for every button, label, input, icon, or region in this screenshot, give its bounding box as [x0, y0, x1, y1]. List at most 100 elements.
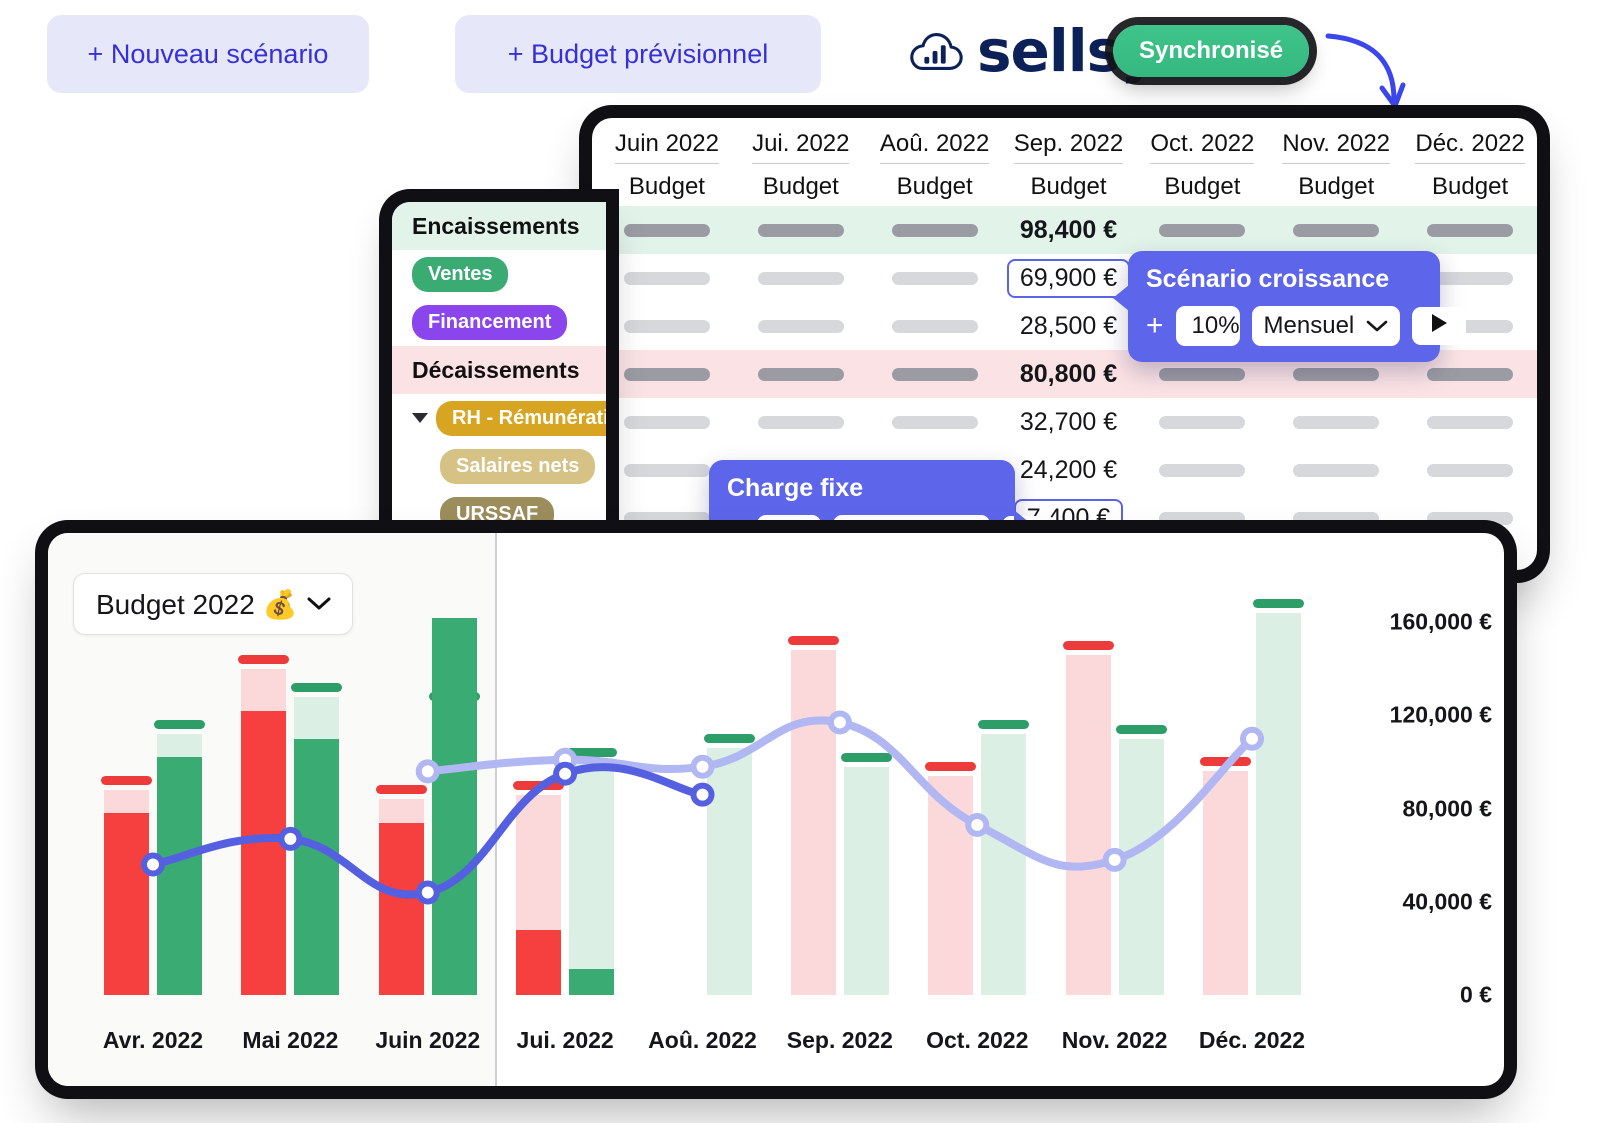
new-scenario-button[interactable]: + Nouveau scénario [47, 15, 369, 93]
value-placeholder [1427, 463, 1514, 477]
value-placeholder [1159, 367, 1246, 381]
sidebar-item[interactable]: RH - Rémunération [392, 394, 606, 442]
table-column-header[interactable]: Jui. 2022 Budget [734, 118, 868, 206]
placeholder-cell [868, 223, 1002, 237]
caret-down-icon[interactable] [412, 413, 428, 423]
x-axis-tick-label: Sep. 2022 [786, 1027, 893, 1053]
bar-encaissements-budget [1118, 738, 1164, 995]
placeholder-cell [734, 367, 868, 381]
value-placeholder [891, 319, 978, 333]
placeholder-cell [1135, 367, 1269, 381]
category-tag: RH - Rémunération [436, 400, 606, 436]
table-column-header[interactable]: Oct. 2022 Budget [1135, 118, 1269, 206]
x-axis-tick-label: Avr. 2022 [102, 1027, 204, 1053]
curved-arrow-icon [1320, 30, 1410, 120]
value-placeholder [1159, 463, 1246, 477]
table-column-header[interactable]: Juin 2022 Budget [600, 118, 734, 206]
trend-line [149, 763, 707, 899]
bar-encaissements-budget [981, 734, 1027, 995]
cloud-chart-icon [905, 20, 967, 82]
bar-cap-encaissements [566, 748, 618, 758]
category-tag: Salaires nets [440, 448, 596, 484]
popover-title: Scénario croissance [1146, 265, 1390, 293]
bar-decaissements-budget [790, 650, 836, 995]
table-column-header[interactable]: Déc. 2022 Budget [1403, 118, 1537, 206]
bar-cap-encaissements [291, 682, 343, 692]
placeholder-cell [1403, 463, 1537, 477]
y-axis-tick-label: 0 € [1460, 981, 1492, 1008]
value-placeholder [757, 415, 844, 429]
y-axis-tick-label: 40,000 € [1402, 888, 1492, 915]
placeholder-cell [600, 223, 734, 237]
new-budget-button[interactable]: + Budget prévisionnel [455, 15, 821, 93]
placeholder-cell [1269, 463, 1403, 477]
bar-decaissements-realise [516, 929, 562, 995]
status-badge-synchronised: Synchronisé [1113, 25, 1310, 77]
value-placeholder [1427, 367, 1514, 381]
bar-encaissements-budget [1256, 612, 1301, 995]
amount-value: 32,700 € [1019, 407, 1118, 436]
placeholder-cell [600, 367, 734, 381]
value-placeholder [623, 463, 710, 477]
column-subheader: Budget [896, 173, 973, 200]
editable-amount[interactable]: 69,900 € [1006, 258, 1131, 298]
page-root: + Nouveau scénario + Budget prévisionnel… [0, 0, 1601, 1123]
bar-decaissements-budget [1065, 654, 1111, 995]
bar-encaissements-realise [569, 969, 615, 995]
bar-cap-encaissements [703, 734, 755, 744]
sidebar-item[interactable]: Salaires nets [392, 442, 606, 490]
frequency-select-value: Mensuel [1263, 312, 1355, 339]
column-month: Déc. 2022 [1415, 130, 1525, 164]
bar-decaissements-budget [928, 776, 974, 995]
sidebar-item[interactable]: URSSAF [392, 490, 606, 538]
amount-cell: 24,200 € [1002, 456, 1136, 485]
value-placeholder [757, 223, 844, 237]
placeholder-cell [1403, 367, 1537, 381]
placeholder-cell [734, 415, 868, 429]
amount-cell: 32,700 € [1002, 408, 1136, 437]
placeholder-cell [868, 415, 1002, 429]
x-axis-tick-label: Juin 2022 [375, 1027, 481, 1053]
chevron-down-icon [1366, 312, 1388, 340]
placeholder-cell [1403, 415, 1537, 429]
sidebar-item[interactable]: Ventes [392, 250, 606, 298]
placeholder-cell [1269, 223, 1403, 237]
value-placeholder [891, 223, 978, 237]
value-placeholder [1293, 463, 1380, 477]
amount-value: 98,400 € [1019, 215, 1118, 244]
bar-cap-decaissements [787, 636, 839, 646]
placeholder-cell [1135, 415, 1269, 429]
placeholder-cell [1269, 367, 1403, 381]
table-column-header[interactable]: Sep. 2022 Budget [1002, 118, 1136, 206]
value-placeholder [623, 319, 710, 333]
sidebar-item[interactable]: Financement [392, 298, 606, 346]
frequency-select[interactable]: Mensuel [1251, 306, 1401, 346]
bar-decaissements-budget [1203, 771, 1248, 995]
value-placeholder [1427, 223, 1514, 237]
value-placeholder [757, 271, 844, 285]
bar-cap-encaissements [978, 720, 1030, 730]
table-column-header[interactable]: Nov. 2022 Budget [1269, 118, 1403, 206]
amount-value: 24,200 € [1019, 455, 1118, 484]
x-axis-tick-label: Aoû. 2022 [648, 1027, 757, 1053]
run-scenario-button[interactable] [1412, 307, 1467, 345]
bar-cap-decaissements [375, 785, 427, 795]
bar-decaissements-realise [104, 813, 149, 995]
column-subheader: Budget [1030, 173, 1107, 200]
placeholder-cell [1135, 223, 1269, 237]
placeholder-cell [1403, 511, 1537, 525]
category-sidebar-card: Encaissements Ventes Financement Décaisseme… [392, 202, 606, 562]
x-axis-tick-label: Déc. 2022 [1198, 1027, 1306, 1053]
growth-percent-input[interactable]: 10% [1175, 306, 1240, 346]
value-placeholder [1293, 367, 1380, 381]
bar-cap-encaissements [1115, 724, 1167, 734]
value-placeholder [891, 415, 978, 429]
value-placeholder [1427, 511, 1514, 525]
x-axis-tick-label: Jui. 2022 [516, 1027, 614, 1053]
amount-cell: 98,400 € [1002, 216, 1136, 245]
bar-cap-decaissements [1062, 640, 1114, 650]
popover-tail [1113, 285, 1129, 311]
table-column-header[interactable]: Aoû. 2022 Budget [868, 118, 1002, 206]
cashflow-chart-card: Budget 2022 💰 0 €40,000 €80,000 €120,000… [48, 533, 1504, 1086]
bar-encaissements-budget [569, 762, 615, 995]
